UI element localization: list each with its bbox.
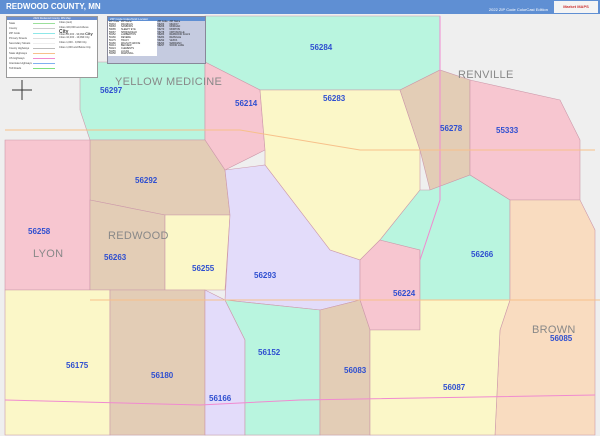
zip-label: 56180 xyxy=(151,371,174,380)
zip-table-row: 56297 WOOD LAKE xyxy=(157,44,184,48)
zip-label: 56293 xyxy=(254,271,277,280)
zip-area-56224[interactable] xyxy=(359,239,421,331)
legend-city: Cities 10,000 - 19,999 City xyxy=(59,36,90,39)
zip-label: 56266 xyxy=(471,250,494,259)
zip-label: 56255 xyxy=(192,264,215,273)
header-bar: REDWOOD COUNTY, MN 2022 ZIP Code ColorCa… xyxy=(0,0,600,14)
zip-area-56180[interactable] xyxy=(109,289,206,436)
zip-area-56284[interactable] xyxy=(204,15,441,91)
zip-label: 56152 xyxy=(258,348,281,357)
zip-index-table: ZIP Code Index/Grid Locator ZIP Code ZIP … xyxy=(107,16,206,64)
zip-label: 56263 xyxy=(104,253,127,262)
zip-label: 56292 xyxy=(135,176,158,185)
legend-item: Secondary Streets xyxy=(9,42,57,45)
zip-area-56085[interactable] xyxy=(494,199,596,436)
legend-item: Interstate Highways xyxy=(9,62,57,65)
zip-area-56258[interactable] xyxy=(4,139,91,291)
zip-label: 56283 xyxy=(323,94,346,103)
zip-table-row: 56258 MARSHALL xyxy=(109,52,134,56)
county-label-redwood: REDWOOD xyxy=(108,230,169,242)
legend-item: State Highways xyxy=(9,52,57,55)
zip-label: 56166 xyxy=(209,394,232,403)
legend-item: County Highways xyxy=(9,47,57,50)
map-title: REDWOOD COUNTY, MN xyxy=(6,2,101,11)
legend-item: Toll Roads xyxy=(9,67,57,70)
legend-item: US Highways xyxy=(9,57,57,60)
legend-item: County xyxy=(9,27,57,30)
legend-city: Cities (text) xyxy=(59,21,73,24)
zip-table-column-left: ZIP Code ZIP Name 55333 FRANKLIN 56083 SANBOR… xyxy=(108,20,157,56)
zip-label: 56085 xyxy=(550,334,573,343)
zip-label: 56258 xyxy=(28,227,51,236)
zip-label: 56087 xyxy=(443,383,466,392)
zip-label: 56214 xyxy=(235,99,258,108)
legend-item: Primary Streets xyxy=(9,37,57,40)
map-legend: 2022 Redwood County, MN Map State County… xyxy=(6,16,98,78)
publisher-logo: Market MAPS xyxy=(554,1,598,13)
legend-item: State xyxy=(9,22,57,25)
legend-city: Cities 1,000 and Below City xyxy=(59,46,91,49)
zip-label: 56297 xyxy=(100,86,123,95)
zip-label: 56224 xyxy=(393,289,416,298)
county-label-renville: RENVILLE xyxy=(458,69,514,81)
legend-title: 2022 Redwood County, MN Map xyxy=(7,17,97,20)
zip-table-column-right: ZIP Code ZIP Name 56263 MILROY 56266 MORGAN 56… xyxy=(157,20,206,56)
zip-area-56297[interactable] xyxy=(79,61,206,141)
zip-label: 55333 xyxy=(496,126,519,135)
county-label-yellow-medicine: YELLOW MEDICINE xyxy=(115,76,222,88)
legend-city: Cities 1,000 - 9,999 City xyxy=(59,41,87,44)
zip-area-56255[interactable] xyxy=(164,214,231,291)
legend-item: ZIP Code xyxy=(9,32,57,35)
zip-label: 56284 xyxy=(310,43,333,52)
zip-area-56292[interactable] xyxy=(89,139,231,216)
zip-label: 56278 xyxy=(440,124,463,133)
county-label-lyon: LYON xyxy=(33,248,63,260)
zip-label: 56175 xyxy=(66,361,89,370)
zip-label: 56083 xyxy=(344,366,367,375)
edition-label: 2022 ZIP Code ColorCast Edition xyxy=(488,7,548,12)
zip-area-56263[interactable] xyxy=(89,199,166,291)
zip-area-56175[interactable] xyxy=(4,289,111,436)
